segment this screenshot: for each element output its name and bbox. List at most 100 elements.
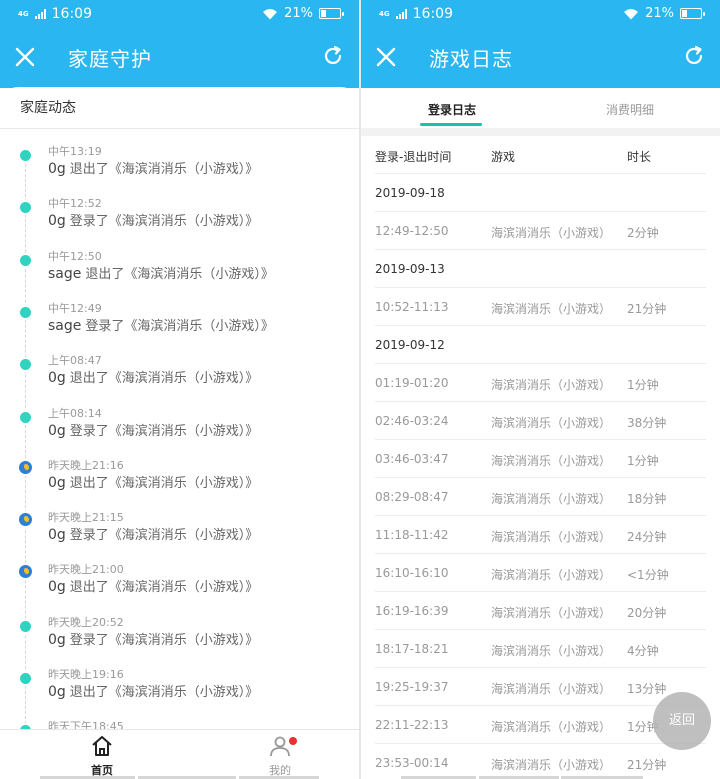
event-text: 0g 登录了《海滨消消乐（小游戏）》 (48, 420, 258, 439)
refresh-icon[interactable] (321, 44, 345, 68)
game-name: 海滨消消乐（小游戏） (491, 568, 612, 582)
timeline-event: 昨天晚上21:16 0g 退出了《海滨消消乐（小游戏）》 (0, 448, 359, 500)
timeline-event: 昨天晚上20:52 0g 登录了《海滨消消乐（小游戏）》 (0, 605, 359, 657)
session-time: 16:19-16:39 (375, 604, 449, 618)
table-row: 16:19-16:39 海滨消消乐（小游戏） 20分钟 (375, 592, 706, 630)
table-row: 11:18-11:42 海滨消消乐（小游戏） 24分钟 (375, 516, 706, 554)
event-action: 退出了《海滨消消乐（小游戏）》 (85, 266, 274, 282)
event-text: sage 退出了《海滨消消乐（小游戏）》 (48, 263, 274, 282)
event-action: 退出了《海滨消消乐（小游戏）》 (69, 162, 259, 177)
page-title: 游戏日志 (429, 47, 513, 71)
bottom-nav: 首页 我的 (0, 729, 359, 779)
timeline-dot-icon (20, 202, 31, 214)
play-duration: 1分钟 (627, 378, 659, 392)
session-time: 02:46-03:24 (375, 414, 449, 428)
date-label: 2019-09-12 (375, 338, 445, 352)
event-action: 退出了《海滨消消乐（小游戏）》 (69, 685, 259, 700)
game-name: 海滨消消乐（小游戏） (491, 302, 612, 316)
session-time: 10:52-11:13 (375, 300, 449, 314)
game-name: 海滨消消乐（小游戏） (491, 416, 612, 430)
play-duration: 1分钟 (627, 454, 659, 468)
status-bar: 4G 16:09 21% (361, 0, 720, 30)
column-game: 游戏 (491, 150, 516, 164)
event-text: 0g 登录了《海滨消消乐（小游戏）》 (48, 524, 258, 543)
status-time: 16:09 (51, 6, 92, 22)
timeline-event: 上午08:47 0g 退出了《海滨消消乐（小游戏）》 (0, 343, 359, 395)
family-activity-card: 家庭动态 中午13:19 0g 退出了《海滨消消乐（小游戏）》 中午12:52 0g 登录… (0, 87, 359, 779)
section-title: 家庭动态 (20, 100, 76, 116)
event-text: 0g 退出了《海滨消消乐（小游戏）》 (48, 576, 258, 595)
play-duration: 2分钟 (627, 226, 659, 240)
event-user: 0g (48, 213, 66, 230)
close-icon[interactable] (12, 44, 38, 70)
event-time: 昨天晚上21:16 (48, 458, 124, 472)
status-bar: 4G 16:09 21% (0, 0, 359, 30)
event-time: 上午08:14 (48, 406, 102, 420)
table-row: 03:46-03:47 海滨消消乐（小游戏） 1分钟 (375, 440, 706, 478)
event-action: 登录了《海滨消消乐（小游戏）》 (85, 318, 274, 334)
event-time: 中午12:50 (48, 249, 102, 263)
event-user: sage (48, 265, 82, 282)
status-time: 16:09 (412, 6, 453, 22)
event-time: 昨天晚上20:52 (48, 615, 124, 629)
timeline-dot-icon (20, 620, 31, 632)
wifi-icon (624, 8, 639, 19)
event-user: 0g (48, 422, 66, 439)
session-time: 16:10-16:10 (375, 566, 449, 580)
game-name: 海滨消消乐（小游戏） (491, 606, 612, 620)
event-time: 昨天下午18:45 (48, 720, 124, 729)
battery-icon (319, 8, 344, 19)
timeline-event: 昨天晚上21:15 0g 登录了《海滨消消乐（小游戏）》 (0, 500, 359, 552)
timeline-event: 昨天下午18:45 (0, 709, 359, 729)
play-duration: 4分钟 (627, 644, 659, 658)
timeline-dot-icon (20, 411, 31, 423)
active-tab-indicator (420, 123, 482, 126)
event-action: 登录了《海滨消消乐（小游戏）》 (69, 423, 259, 439)
battery-percent: 21% (284, 6, 313, 21)
activity-timeline: 中午13:19 0g 退出了《海滨消消乐（小游戏）》 中午12:52 0g 登录了《海滨消… (0, 134, 359, 729)
table-header: 登录-退出时间 游戏 时长 (375, 136, 706, 174)
event-action: 登录了《海滨消消乐（小游戏）》 (69, 632, 259, 648)
play-duration: 21分钟 (627, 758, 667, 772)
game-name: 海滨消消乐（小游戏） (491, 720, 612, 734)
moon-icon (19, 460, 32, 474)
session-time: 18:17-18:21 (375, 642, 449, 656)
signal-icon (34, 9, 46, 19)
game-name: 海滨消消乐（小游戏） (491, 454, 612, 468)
close-icon[interactable] (373, 44, 399, 70)
screen: 4G 16:09 21% 家庭守护 家庭动态 中午13:19 0g 退出了《海滨消消… (0, 0, 720, 779)
timeline-event: 中午12:49 sage 登录了《海滨消消乐（小游戏）》 (0, 291, 359, 343)
column-duration: 时长 (627, 150, 652, 164)
event-user: 0g (48, 161, 66, 177)
timeline-dot-icon (20, 254, 31, 266)
game-name: 海滨消消乐（小游戏） (491, 644, 612, 658)
event-time: 中午12:49 (48, 301, 102, 315)
table-row: 23:53-00:14 海滨消消乐（小游戏） 21分钟 (375, 744, 706, 779)
event-time: 中午13:19 (48, 145, 102, 158)
event-time: 昨天晚上21:00 (48, 563, 124, 577)
game-log-panel: 4G 16:09 21% 游戏日志 登录日志 消费明细 登录-退出时间 游戏 时… (361, 0, 720, 779)
back-button[interactable]: 返回 (653, 692, 711, 750)
event-text: 0g 退出了《海滨消消乐（小游戏）》 (48, 472, 258, 491)
login-log-table: 登录-退出时间 游戏 时长 2019-09-18 12:49-12:50 海滨消消乐… (375, 136, 706, 779)
session-time: 12:49-12:50 (375, 224, 449, 238)
session-time: 08:29-08:47 (375, 490, 449, 504)
event-text: 0g 登录了《海滨消消乐（小游戏）》 (48, 210, 258, 229)
moon-icon (19, 513, 32, 527)
nav-home[interactable]: 首页 (80, 735, 124, 778)
session-time: 01:19-01:20 (375, 376, 449, 390)
log-tabs: 登录日志 消费明细 (361, 88, 720, 128)
tab-login-log[interactable]: 登录日志 (428, 101, 476, 118)
table-row: 08:29-08:47 海滨消消乐（小游戏） 18分钟 (375, 478, 706, 516)
game-name: 海滨消消乐（小游戏） (491, 226, 612, 240)
nav-mine[interactable]: 我的 (258, 735, 302, 778)
tab-consumption[interactable]: 消费明细 (606, 101, 654, 118)
play-duration: 20分钟 (627, 606, 667, 620)
battery-icon (680, 8, 705, 19)
network-label: 4G (379, 9, 390, 18)
wifi-icon (263, 8, 278, 19)
refresh-icon[interactable] (682, 44, 706, 68)
timeline-event: 昨天晚上21:00 0g 退出了《海滨消消乐（小游戏）》 (0, 552, 359, 604)
event-text: 0g 登录了《海滨消消乐（小游戏）》 (48, 629, 258, 648)
event-action: 登录了《海滨消消乐（小游戏）》 (69, 528, 259, 544)
